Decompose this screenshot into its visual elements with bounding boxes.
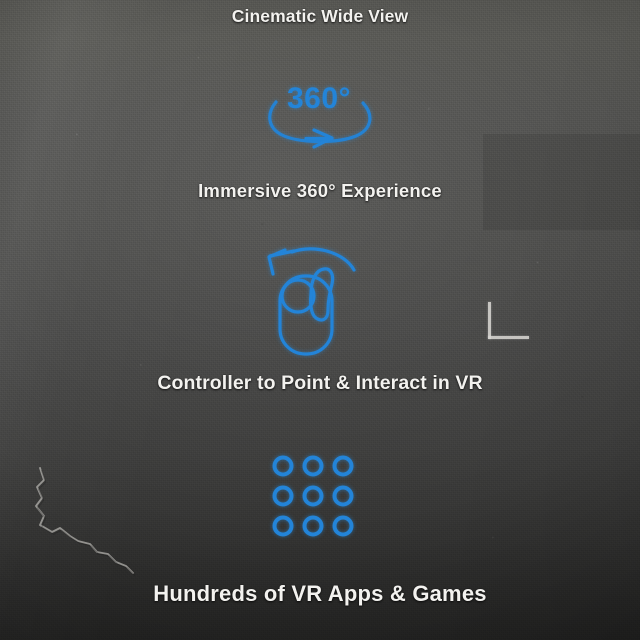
rotate-360-icon: 360° xyxy=(262,70,378,150)
vr-box-panel-photo: Cinematic Wide View 360° Immersive 360° … xyxy=(0,0,640,640)
app-grid-icon xyxy=(272,455,354,537)
feature-caption-360: Immersive 360° Experience xyxy=(198,180,442,201)
crop-mark-vertical-stroke xyxy=(488,302,491,339)
corner-crop-mark xyxy=(488,302,529,339)
rotate-360-icon-label: 360° xyxy=(287,82,351,115)
page-title: Cinematic Wide View xyxy=(231,6,409,26)
feature-caption-apps: Hundreds of VR Apps & Games xyxy=(153,581,487,606)
vr-controller-icon xyxy=(258,238,374,358)
crop-mark-horizontal-stroke xyxy=(488,336,529,339)
feature-caption-controller: Controller to Point & Interact in VR xyxy=(157,372,483,394)
